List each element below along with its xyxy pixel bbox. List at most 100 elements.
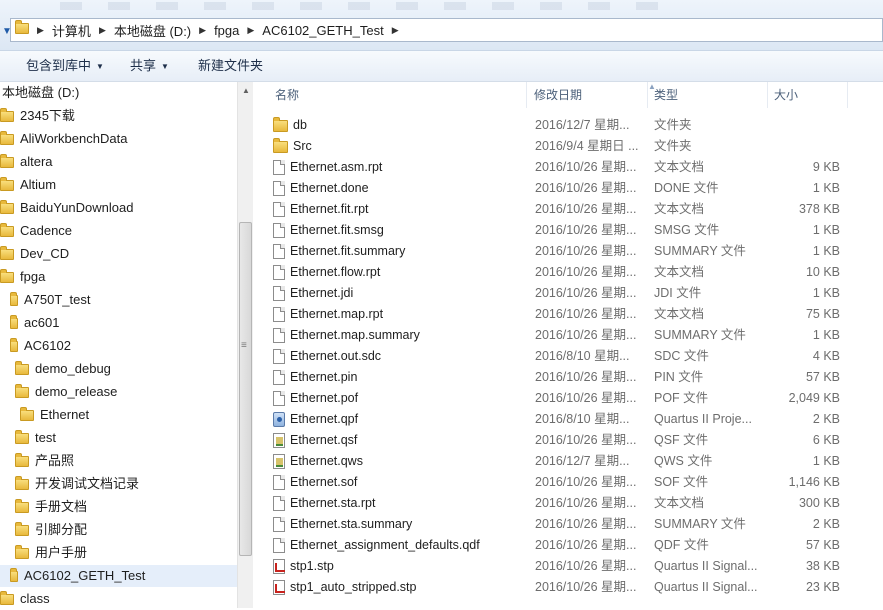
- file-name: Ethernet.fit.rpt: [290, 202, 369, 216]
- file-name: Ethernet.qws: [290, 454, 363, 468]
- chevron-right-icon[interactable]: ▶: [247, 25, 254, 36]
- file-row[interactable]: stp1_auto_stripped.stp 2016/10/26 星期... Qu…: [253, 577, 883, 598]
- nav-item[interactable]: 产品照: [0, 450, 237, 472]
- breadcrumb-item-fpga[interactable]: fpga: [214, 23, 239, 38]
- column-header-size[interactable]: 大小: [768, 82, 848, 108]
- document-icon: [273, 286, 285, 301]
- file-row[interactable]: Src 2016/9/4 星期日 ... 文件夹: [253, 136, 883, 157]
- column-header-name[interactable]: 名称: [269, 82, 527, 108]
- file-name: db: [293, 118, 307, 132]
- nav-item[interactable]: 2345下载: [0, 105, 237, 127]
- nav-item-label: class: [20, 591, 50, 606]
- file-date: 2016/10/26 星期...: [535, 328, 637, 342]
- file-row[interactable]: Ethernet.sof 2016/10/26 星期... SOF 文件 1,146 …: [253, 472, 883, 493]
- file-date: 2016/9/4 星期日 ...: [535, 139, 639, 153]
- file-date: 2016/8/10 星期...: [535, 412, 630, 426]
- file-row[interactable]: Ethernet.done 2016/10/26 星期... DONE 文件 1 KB: [253, 178, 883, 199]
- file-row[interactable]: Ethernet.qws 2016/12/7 星期... QWS 文件 1 KB: [253, 451, 883, 472]
- scrollbar-thumb[interactable]: [239, 222, 252, 556]
- file-type: POF 文件: [654, 391, 709, 405]
- file-row[interactable]: Ethernet.out.sdc 2016/8/10 星期... SDC 文件 4 K…: [253, 346, 883, 367]
- file-row[interactable]: Ethernet.qsf 2016/10/26 星期... QSF 文件 6 KB: [253, 430, 883, 451]
- folder-icon: [15, 360, 29, 375]
- include-in-library-button[interactable]: 包含到库中 ▼: [26, 51, 104, 81]
- file-type: 文本文档: [654, 160, 705, 174]
- chevron-right-icon[interactable]: ▶: [99, 25, 106, 36]
- file-name-cell: Ethernet.fit.rpt: [273, 199, 528, 220]
- nav-item[interactable]: Cadence: [0, 220, 237, 242]
- nav-item[interactable]: AliWorkbenchData: [0, 128, 237, 150]
- file-row[interactable]: Ethernet.fit.summary 2016/10/26 星期... SUMM…: [253, 241, 883, 262]
- share-button[interactable]: 共享 ▼: [130, 51, 169, 81]
- file-row[interactable]: Ethernet.sta.summary 2016/10/26 星期... SUMM…: [253, 514, 883, 535]
- breadcrumb-item-computer[interactable]: 计算机: [52, 21, 91, 40]
- file-type: SUMMARY 文件: [654, 517, 746, 531]
- file-name: Ethernet.map.rpt: [290, 307, 384, 321]
- document-icon: [273, 349, 285, 364]
- file-row[interactable]: Ethernet.fit.smsg 2016/10/26 星期... SMSG 文件…: [253, 220, 883, 241]
- nav-item[interactable]: 用户手册: [0, 542, 237, 564]
- file-name: Ethernet.out.sdc: [290, 349, 382, 363]
- file-list-pane: 名称 ▲ 修改日期 类型 大小 db 2016/12/7 星期... 文件夹 Src 2…: [253, 82, 883, 608]
- nav-item[interactable]: Dev_CD: [0, 243, 237, 265]
- nav-item[interactable]: demo_release: [0, 381, 237, 403]
- file-row[interactable]: Ethernet.flow.rpt 2016/10/26 星期... 文本文档 10 …: [253, 262, 883, 283]
- file-size: 1 KB: [812, 244, 840, 258]
- nav-item[interactable]: AC6102: [0, 335, 237, 357]
- file-name: Ethernet.pof: [290, 391, 359, 405]
- folder-icon: [10, 337, 18, 352]
- file-row[interactable]: Ethernet.sta.rpt 2016/10/26 星期... 文本文档 300 …: [253, 493, 883, 514]
- file-row[interactable]: Ethernet.pof 2016/10/26 星期... POF 文件 2,049 …: [253, 388, 883, 409]
- nav-item[interactable]: demo_debug: [0, 358, 237, 380]
- folder-icon: [10, 567, 18, 582]
- file-type: 文本文档: [654, 265, 705, 279]
- nav-item[interactable]: AC6102_GETH_Test: [0, 565, 237, 587]
- chevron-right-icon[interactable]: ▶: [37, 25, 44, 36]
- file-size: 2 KB: [812, 517, 840, 531]
- nav-item-label: demo_debug: [35, 361, 111, 376]
- file-row[interactable]: stp1.stp 2016/10/26 星期... Quartus II Signa…: [253, 556, 883, 577]
- navigation-pane: 本地磁盘 (D:) 2345下载 AliWorkbenchData altera Al…: [0, 82, 237, 608]
- file-size: 38 KB: [805, 559, 840, 573]
- file-row[interactable]: Ethernet.asm.rpt 2016/10/26 星期... 文本文档 9 KB: [253, 157, 883, 178]
- file-type: Quartus II Signal...: [654, 580, 758, 594]
- nav-item[interactable]: test: [0, 427, 237, 449]
- breadcrumb-item-current[interactable]: AC6102_GETH_Test: [262, 23, 383, 38]
- nav-item-drive-d[interactable]: 本地磁盘 (D:): [2, 82, 79, 104]
- file-row[interactable]: Ethernet.jdi 2016/10/26 星期... JDI 文件 1 KB: [253, 283, 883, 304]
- nav-item[interactable]: Ethernet: [0, 404, 237, 426]
- chevron-right-icon[interactable]: ▶: [199, 25, 206, 36]
- file-row[interactable]: Ethernet_assignment_defaults.qdf 2016/10/…: [253, 535, 883, 556]
- breadcrumb-item-drive-d[interactable]: 本地磁盘 (D:): [114, 21, 191, 40]
- file-date: 2016/10/26 星期...: [535, 265, 637, 279]
- file-row[interactable]: Ethernet.map.rpt 2016/10/26 星期... 文本文档 75 K…: [253, 304, 883, 325]
- file-row[interactable]: Ethernet.map.summary 2016/10/26 星期... SUMM…: [253, 325, 883, 346]
- file-row[interactable]: Ethernet.pin 2016/10/26 星期... PIN 文件 57 KB: [253, 367, 883, 388]
- nav-item[interactable]: 开发调试文档记录: [0, 473, 237, 495]
- file-size: 57 KB: [805, 538, 840, 552]
- nav-scrollbar[interactable]: ▲ ≡: [237, 82, 254, 608]
- nav-item[interactable]: Altium: [0, 174, 237, 196]
- document-icon: [273, 328, 285, 343]
- column-header-type[interactable]: 类型: [648, 82, 768, 108]
- scroll-up-icon[interactable]: ▲: [242, 86, 250, 95]
- nav-item[interactable]: fpga: [0, 266, 237, 288]
- new-folder-button[interactable]: 新建文件夹: [198, 51, 263, 81]
- nav-item[interactable]: A750T_test: [0, 289, 237, 311]
- address-bar[interactable]: ▶ 计算机 ▶ 本地磁盘 (D:) ▶ fpga ▶ AC6102_GETH_T…: [10, 18, 883, 42]
- file-row[interactable]: Ethernet.fit.rpt 2016/10/26 星期... 文本文档 378 …: [253, 199, 883, 220]
- file-row[interactable]: db 2016/12/7 星期... 文件夹: [253, 115, 883, 136]
- file-size: 57 KB: [805, 370, 840, 384]
- file-name: Ethernet.fit.summary: [290, 244, 406, 258]
- file-name: Ethernet.qpf: [290, 412, 359, 426]
- column-header-date[interactable]: 修改日期: [528, 82, 648, 108]
- file-row[interactable]: Ethernet.qpf 2016/8/10 星期... Quartus II Pr…: [253, 409, 883, 430]
- nav-item[interactable]: 手册文档: [0, 496, 237, 518]
- nav-item[interactable]: class: [0, 588, 237, 610]
- nav-item[interactable]: ac601: [0, 312, 237, 334]
- nav-item[interactable]: altera: [0, 151, 237, 173]
- nav-item-label: demo_release: [35, 384, 118, 399]
- nav-item[interactable]: BaiduYunDownload: [0, 197, 237, 219]
- chevron-right-icon[interactable]: ▶: [392, 25, 399, 36]
- nav-item[interactable]: 引脚分配: [0, 519, 237, 541]
